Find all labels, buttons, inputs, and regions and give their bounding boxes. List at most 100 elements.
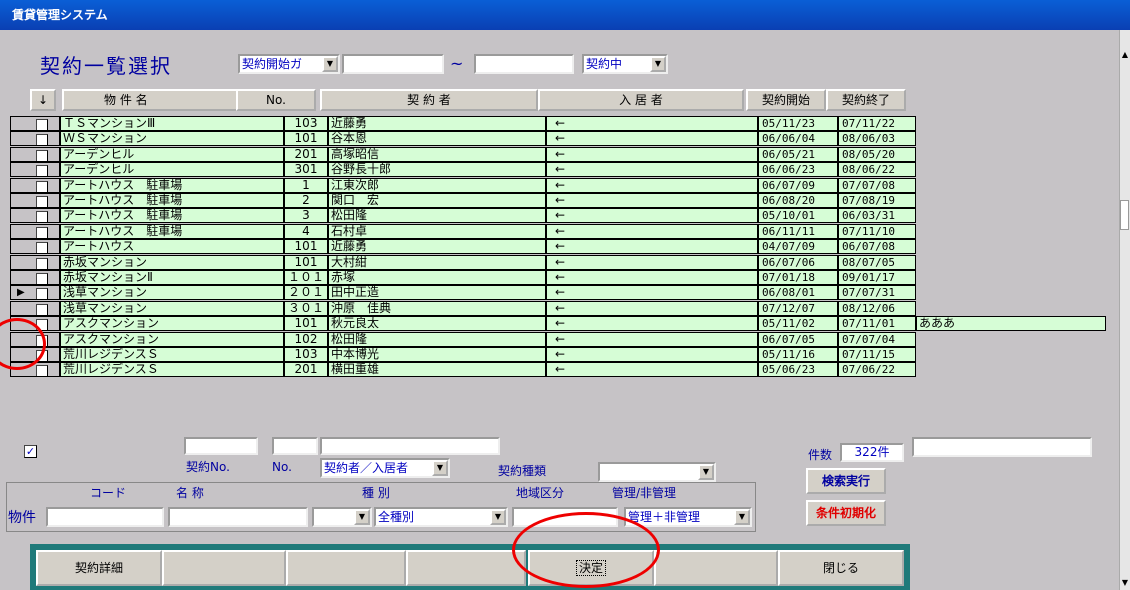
property-code-input[interactable] (46, 507, 164, 527)
no-input[interactable] (272, 437, 318, 455)
party-name-input[interactable] (320, 437, 500, 455)
col-start[interactable]: 契約開始 (746, 89, 826, 111)
date-field-select[interactable]: 契約開始ガ ▼ (238, 54, 340, 74)
row-checkbox[interactable] (36, 119, 48, 130)
row-selector[interactable] (10, 300, 60, 316)
row-checkbox[interactable] (36, 134, 48, 146)
col-resident[interactable]: 入 居 者 (538, 89, 744, 111)
cell-start: 06/08/20 (758, 193, 838, 208)
row-selector[interactable] (10, 116, 60, 131)
footer-button-empty-1[interactable] (162, 550, 286, 586)
row-checkbox[interactable] (36, 303, 48, 315)
kind-code-select[interactable]: ▼ (312, 507, 372, 527)
cell-no: ２０１ (284, 285, 328, 301)
chevron-down-icon[interactable]: ▼ (490, 509, 506, 525)
footer-button-empty-2[interactable] (286, 550, 406, 586)
chevron-down-icon[interactable]: ▼ (650, 56, 666, 72)
row-selector[interactable] (10, 208, 60, 224)
select-all-checkbox[interactable]: ✓ (24, 445, 37, 458)
row-checkbox[interactable] (36, 242, 48, 254)
chevron-down-icon[interactable]: ▼ (354, 509, 370, 525)
row-checkbox[interactable] (36, 273, 48, 284)
table-row[interactable]: アートハウス 駐車場 3 松田隆 ← 05/10/01 06/03/31 (10, 208, 1110, 224)
party-select[interactable]: 契約者／入居者 ▼ (320, 458, 450, 478)
cell-end: 08/07/05 (838, 254, 916, 270)
chevron-down-icon[interactable]: ▼ (432, 460, 448, 476)
table-row[interactable]: アーデンヒル 201 高塚昭信 ← 06/05/21 08/05/20 (10, 146, 1110, 162)
footer-button-empty-3[interactable] (406, 550, 526, 586)
kind-label: 種 別 (362, 486, 390, 500)
vertical-scrollbar[interactable]: ▲ ▼ (1119, 30, 1130, 590)
table-row[interactable]: 赤坂マンションⅡ １０１ 赤塚 ← 07/01/18 09/01/17 (10, 270, 1110, 285)
table-row[interactable]: ＴＳマンションⅢ 103 近藤勇 ← 05/11/23 07/11/22 (10, 116, 1110, 131)
cell-resident: ← (546, 316, 758, 332)
cell-contractor: 秋元良太 (328, 316, 546, 332)
table-row[interactable]: アートハウス 駐車場 2 関口 宏 ← 06/08/20 07/08/19 (10, 193, 1110, 208)
scroll-down-icon[interactable]: ▼ (1120, 576, 1130, 590)
row-selector[interactable] (10, 239, 60, 255)
table-row[interactable]: 荒川レジデンスＳ 201 横田重雄 ← 05/06/23 07/06/22 (10, 362, 1110, 378)
col-end[interactable]: 契約終了 (826, 89, 906, 111)
status-select[interactable]: 契約中 ▼ (582, 54, 668, 74)
mgmt-select[interactable]: 管理＋非管理 ▼ (624, 507, 752, 527)
cell-end: 07/06/22 (838, 362, 916, 378)
scrollbar-thumb[interactable] (1120, 200, 1129, 230)
row-checkbox[interactable] (36, 226, 48, 238)
footer-button-empty-4[interactable] (654, 550, 778, 586)
table-row[interactable]: 赤坂マンション 101 大村紺 ← 06/07/06 08/07/05 (10, 254, 1110, 270)
count-value: 322件 (840, 443, 904, 462)
row-checkbox[interactable] (36, 288, 48, 300)
table-row[interactable]: アスクマンション 101 秋元良太 ← 05/11/02 07/11/01 あああ (10, 316, 1110, 332)
row-checkbox[interactable] (36, 165, 48, 177)
row-checkbox[interactable] (36, 196, 48, 207)
row-checkbox[interactable] (36, 149, 48, 161)
cell-note (916, 239, 1106, 255)
row-selector[interactable]: ▶ (10, 285, 60, 301)
row-selector[interactable] (10, 146, 60, 162)
contract-type-select[interactable]: ▼ (598, 462, 716, 482)
chevron-down-icon[interactable]: ▼ (734, 509, 750, 525)
no-label: No. (272, 460, 292, 474)
col-no[interactable]: No. (236, 89, 316, 111)
table-row[interactable]: ▶ 浅草マンション ２０１ 田中正造 ← 06/08/01 07/07/31 (10, 285, 1110, 301)
row-selector[interactable] (10, 254, 60, 270)
col-contractor[interactable]: 契 約 者 (320, 89, 538, 111)
table-row[interactable]: アートハウス 101 近藤勇 ← 04/07/09 06/07/08 (10, 239, 1110, 255)
row-checkbox[interactable] (36, 257, 48, 269)
reset-button[interactable]: 条件初期化 (806, 500, 886, 526)
scroll-up-icon[interactable]: ▲ (1120, 48, 1130, 62)
close-button[interactable]: 閉じる (778, 550, 904, 586)
row-selector[interactable] (10, 131, 60, 147)
table-row[interactable]: アーデンヒル 301 谷野長十郎 ← 06/06/23 08/06/22 (10, 162, 1110, 178)
table-row[interactable]: 浅草マンション ３０１ 沖原 佳典 ← 07/12/07 08/12/06 (10, 300, 1110, 316)
table-row[interactable]: 荒川レジデンスＳ 103 中本博光 ← 05/11/16 07/11/15 (10, 347, 1110, 362)
row-selector[interactable] (10, 162, 60, 178)
cell-no: 101 (284, 131, 328, 147)
note-input[interactable] (912, 437, 1092, 457)
sort-toggle[interactable]: ↓ (30, 89, 56, 111)
chevron-down-icon[interactable]: ▼ (698, 464, 714, 480)
contract-no-input[interactable] (184, 437, 258, 455)
kind-select[interactable]: 全種別 ▼ (374, 507, 508, 527)
contract-detail-button[interactable]: 契約詳細 (36, 550, 162, 586)
row-selector[interactable] (10, 193, 60, 208)
row-checkbox[interactable] (36, 211, 48, 223)
property-name-input[interactable] (168, 507, 308, 527)
cell-resident: ← (546, 116, 758, 131)
table-row[interactable]: アートハウス 駐車場 1 江東次郎 ← 06/07/09 07/07/08 (10, 177, 1110, 193)
search-button[interactable]: 検索実行 (806, 468, 886, 494)
date-to-input[interactable] (474, 54, 574, 74)
row-selector[interactable] (10, 223, 60, 239)
row-selector[interactable] (10, 177, 60, 193)
row-checkbox[interactable] (36, 180, 48, 192)
table-row[interactable]: ＷＳマンション 101 谷本恩 ← 06/06/04 08/06/03 (10, 131, 1110, 147)
cell-contractor: 赤塚 (328, 270, 546, 285)
table-row[interactable]: アスクマンション 102 松田隆 ← 06/07/05 07/07/04 (10, 331, 1110, 347)
row-checkbox[interactable] (36, 365, 48, 377)
cell-contractor: 近藤勇 (328, 116, 546, 131)
row-selector[interactable] (10, 270, 60, 285)
cell-start: 05/10/01 (758, 208, 838, 224)
date-from-input[interactable] (342, 54, 444, 74)
table-row[interactable]: アートハウス 駐車場 4 石村卓 ← 06/11/11 07/11/10 (10, 223, 1110, 239)
chevron-down-icon[interactable]: ▼ (322, 56, 338, 72)
